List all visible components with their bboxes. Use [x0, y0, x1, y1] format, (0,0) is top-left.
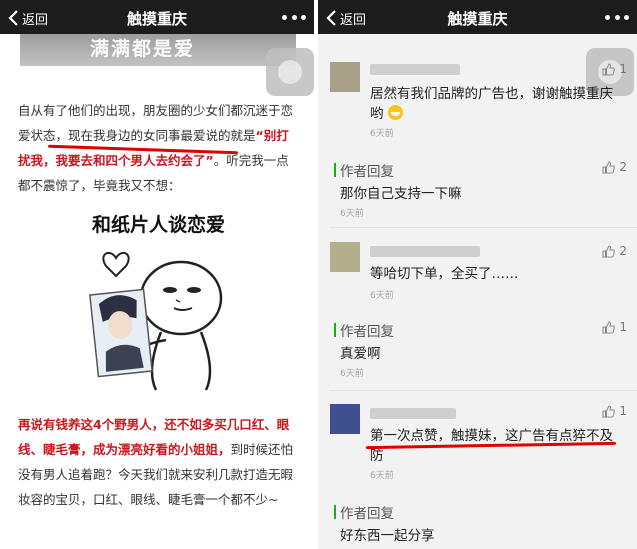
thumbs-up-icon: [602, 244, 616, 257]
like-button[interactable]: 1: [602, 404, 627, 418]
article-panel: 返回 触摸重庆 满满都是爱 自从有了他们的出现，朋友圈的少女们都沉迷于恋爱状态，…: [0, 0, 314, 549]
more-dots-icon[interactable]: [282, 8, 306, 26]
meme-image: 和纸片人谈恋爱: [76, 210, 241, 395]
meme-illustration: [89, 251, 223, 391]
comment-time: 6天前: [370, 471, 394, 481]
like-button[interactable]: 2: [602, 244, 627, 258]
comment-time: 6天前: [370, 291, 394, 301]
reply-author: 作者回复: [340, 506, 394, 522]
comment-time: 6天前: [370, 129, 394, 139]
comment-item: 1 第一次点赞，触摸妹，这广告有点猝不及防 6天前 作者回复 好东西一起分享: [318, 400, 637, 549]
like-count: 1: [619, 62, 627, 76]
banner-text: 满满都是爱: [90, 38, 196, 60]
more-dots-icon[interactable]: [605, 8, 629, 26]
like-button[interactable]: 1: [602, 62, 627, 76]
like-count: 1: [619, 320, 627, 334]
commenter-name[interactable]: [370, 246, 480, 257]
commenter-name[interactable]: [370, 408, 456, 419]
grin-emoji-icon: [387, 105, 403, 120]
reply-text: 好东西一起分享: [340, 528, 435, 544]
comment-item: 2 等哈切下单，全买了…… 6天前 作者回复 真爱啊 6天前 1: [318, 242, 637, 392]
reply-text: 真爱啊: [340, 346, 381, 362]
author-reply: 作者回复 真爱啊 6天前: [334, 320, 625, 380]
article-paragraph-2: 再说有钱养这4个野男人，还不如多买几口红、眼线、睫毛膏，成为漂亮好看的小姐姐，到…: [18, 412, 298, 512]
author-reply: 作者回复 那你自己支持一下嘛 6天前: [334, 160, 625, 220]
author-reply: 作者回复 好东西一起分享: [334, 502, 625, 547]
article-banner-image: 满满都是爱: [20, 34, 296, 66]
reply-like-button[interactable]: 1: [602, 320, 627, 334]
floating-action-button[interactable]: [266, 48, 314, 96]
avatar[interactable]: [330, 62, 360, 92]
chevron-left-icon: [326, 10, 336, 26]
reply-indicator: [334, 505, 336, 519]
back-label: 返回: [22, 12, 49, 28]
reply-time: 6天前: [340, 209, 364, 219]
reply-indicator: [334, 163, 336, 177]
comment-text: 居然有我们品牌的广告也，谢谢触摸重庆哟: [370, 86, 613, 122]
nav-bar: 返回 触摸重庆: [0, 0, 314, 34]
commenter-name[interactable]: [370, 64, 460, 75]
paragraph-text-underlined: 现在我身边的女同事最爱说的就是: [68, 128, 256, 143]
thumbs-up-icon: [602, 160, 616, 173]
comment-item: 1 居然有我们品牌的广告也，谢谢触摸重庆哟 6天前 作者回复 那你自己支持一下嘛…: [318, 58, 637, 228]
divider: [330, 390, 637, 391]
like-count: 1: [619, 404, 627, 418]
thumbs-up-icon: [602, 62, 616, 75]
reply-like-button[interactable]: 2: [602, 160, 627, 174]
comments-panel: 返回 触摸重庆 1 居然有我们品牌的广告也，谢谢触摸重庆哟 6天前 作者回复 那…: [318, 0, 637, 549]
like-count: 2: [619, 244, 627, 258]
back-button[interactable]: 返回: [326, 8, 366, 28]
like-count: 2: [619, 160, 627, 174]
back-button[interactable]: 返回: [8, 8, 48, 28]
back-label: 返回: [340, 12, 367, 28]
reply-text: 那你自己支持一下嘛: [340, 186, 462, 202]
avatar[interactable]: [330, 404, 360, 434]
reply-time: 6天前: [340, 369, 364, 379]
reply-author: 作者回复: [340, 164, 394, 180]
comment-text: 等哈切下单，全买了……: [370, 266, 519, 282]
thumbs-up-icon: [602, 320, 616, 333]
avatar[interactable]: [330, 242, 360, 272]
thumbs-up-icon: [602, 404, 616, 417]
nav-bar: 返回 触摸重庆: [318, 0, 637, 34]
divider: [330, 227, 637, 228]
reply-author: 作者回复: [340, 324, 394, 340]
chevron-left-icon: [8, 10, 18, 26]
reply-indicator: [334, 323, 336, 337]
